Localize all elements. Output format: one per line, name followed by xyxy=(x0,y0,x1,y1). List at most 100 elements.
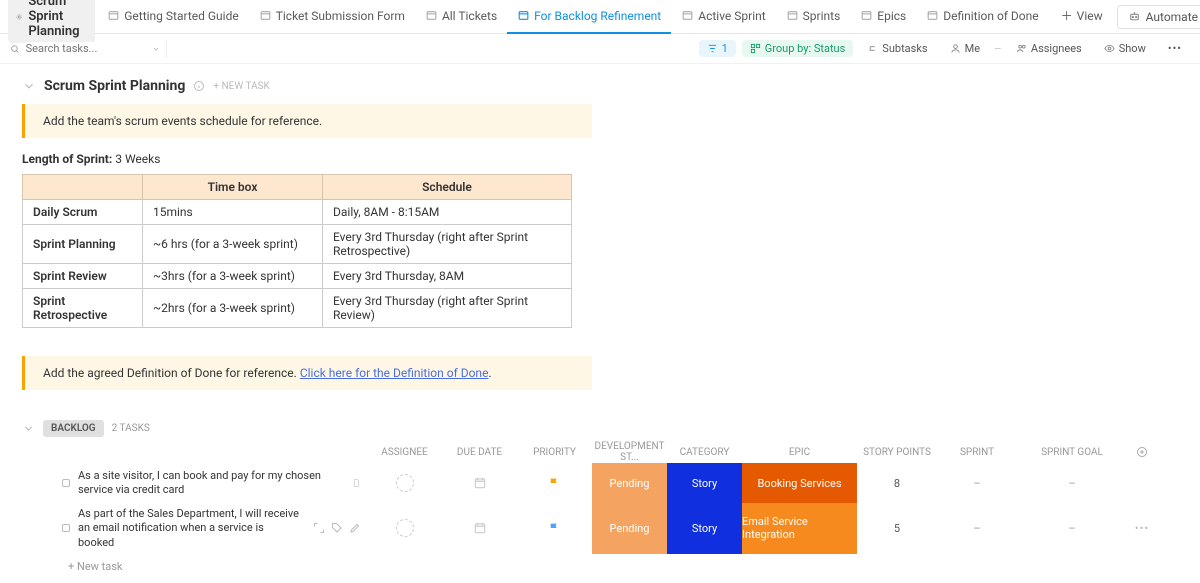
dev-status-chip[interactable]: Pending xyxy=(592,463,667,503)
column-header[interactable]: CATEGORY xyxy=(667,447,742,458)
column-headers: ASSIGNEEDUE DATEPRIORITYDEVELOPMENT ST..… xyxy=(22,441,1178,463)
row-actions[interactable]: ••• xyxy=(1135,522,1149,535)
view-icon xyxy=(926,9,939,22)
person-icon xyxy=(950,43,961,54)
column-header[interactable]: STORY POINTS xyxy=(857,447,937,458)
filter-bar: 1 Group by: Status Subtasks Me – Assigne… xyxy=(0,34,1200,64)
filter-icon xyxy=(707,43,718,54)
assignee-cell[interactable] xyxy=(367,503,442,554)
task-row[interactable]: As a site visitor, I can book and pay fo… xyxy=(22,463,1178,503)
search-input[interactable] xyxy=(26,42,146,55)
new-task-inline[interactable]: + NEW TASK xyxy=(213,81,269,92)
subtask-icon xyxy=(867,43,878,54)
subtasks-button[interactable]: Subtasks xyxy=(859,40,935,57)
dev-status-chip[interactable]: Pending xyxy=(592,503,667,554)
priority-cell[interactable] xyxy=(517,463,592,503)
column-header[interactable] xyxy=(1127,446,1157,458)
table-row: Sprint Planning~6 hrs (for a 3-week spri… xyxy=(23,225,572,264)
tab-definition-of-done[interactable]: Definition of Done xyxy=(916,0,1048,34)
tab-for-backlog-refinement[interactable]: For Backlog Refinement xyxy=(507,0,671,34)
view-icon xyxy=(107,9,120,22)
tab-all-tickets[interactable]: All Tickets xyxy=(415,0,507,34)
top-bar: Scrum Sprint Planning Getting Started Gu… xyxy=(0,0,1200,34)
view-icon xyxy=(681,9,694,22)
points-cell[interactable]: 5 xyxy=(857,503,937,554)
column-header[interactable]: SPRINT GOAL xyxy=(1017,447,1127,458)
sprint-cell[interactable]: – xyxy=(937,503,1017,554)
new-task-row[interactable]: + New task xyxy=(22,554,1178,573)
view-icon xyxy=(259,9,272,22)
backlog-status-pill[interactable]: BACKLOG xyxy=(43,420,104,437)
column-header[interactable]: PRIORITY xyxy=(517,447,592,458)
duedate-cell[interactable] xyxy=(442,503,517,554)
section-title: Scrum Sprint Planning xyxy=(44,78,185,94)
tab-getting-started-guide[interactable]: Getting Started Guide xyxy=(97,0,248,34)
breadcrumb[interactable]: Scrum Sprint Planning xyxy=(8,0,95,43)
table-row: Sprint Retrospective~2hrs (for a 3-week … xyxy=(23,289,572,328)
epic-chip[interactable]: Email Service Integration xyxy=(742,503,857,554)
tag-icon[interactable] xyxy=(331,522,343,534)
flag-icon xyxy=(548,477,561,490)
show-button[interactable]: Show xyxy=(1096,40,1154,57)
tab-ticket-submission-form[interactable]: Ticket Submission Form xyxy=(249,0,415,34)
breadcrumb-title: Scrum Sprint Planning xyxy=(28,0,87,39)
expand-icon[interactable] xyxy=(22,79,36,93)
plus-icon[interactable] xyxy=(1136,446,1148,458)
banner-dod: Add the agreed Definition of Done for re… xyxy=(22,356,592,390)
add-assignee-icon[interactable] xyxy=(396,519,414,537)
flag-icon xyxy=(548,522,561,535)
points-cell[interactable]: 8 xyxy=(857,463,937,503)
group-icon xyxy=(750,43,761,54)
status-dot[interactable] xyxy=(62,479,70,487)
task-row[interactable]: As part of the Sales Department, I will … xyxy=(22,503,1178,554)
dod-link[interactable]: Click here for the Definition of Done xyxy=(300,366,489,380)
main-content: Scrum Sprint Planning + NEW TASK Add the… xyxy=(0,64,1200,583)
priority-cell[interactable] xyxy=(517,503,592,554)
view-icon xyxy=(425,9,438,22)
robot-icon xyxy=(1128,10,1141,23)
group-by-button[interactable]: Group by: Status xyxy=(742,40,854,57)
assignee-cell[interactable] xyxy=(367,463,442,503)
column-header[interactable]: ASSIGNEE xyxy=(367,447,442,458)
table-row: Daily Scrum15minsDaily, 8AM - 8:15AM xyxy=(23,200,572,225)
assignees-button[interactable]: Assignees xyxy=(1008,40,1090,57)
column-header[interactable]: DUE DATE xyxy=(442,447,517,458)
collapse-icon[interactable] xyxy=(22,422,35,435)
sprint-cell[interactable]: – xyxy=(937,463,1017,503)
category-chip[interactable]: Story xyxy=(667,503,742,554)
goal-cell[interactable]: – xyxy=(1017,503,1127,554)
calendar-icon xyxy=(473,476,487,490)
tab-epics[interactable]: Epics xyxy=(850,0,916,34)
more-button[interactable]: ••• xyxy=(1160,40,1190,57)
doc-icon xyxy=(352,477,361,489)
column-header[interactable]: DEVELOPMENT ST... xyxy=(592,441,667,463)
info-icon[interactable] xyxy=(193,80,205,92)
backlog-header: BACKLOG 2 TASKS xyxy=(22,420,1178,437)
expand-task-icon[interactable] xyxy=(313,522,325,534)
sprint-length: Length of Sprint: 3 Weeks xyxy=(22,152,1178,166)
search-box[interactable] xyxy=(10,42,160,55)
column-header[interactable]: EPIC xyxy=(742,447,857,458)
edit-icon[interactable] xyxy=(349,522,361,534)
schedule-table: Time boxSchedule Daily Scrum15minsDaily,… xyxy=(22,174,572,328)
goal-cell[interactable]: – xyxy=(1017,463,1127,503)
calendar-icon xyxy=(473,521,487,535)
task-title: As part of the Sales Department, I will … xyxy=(78,507,301,550)
column-header[interactable]: SPRINT xyxy=(937,447,1017,458)
tab-sprints[interactable]: Sprints xyxy=(776,0,851,34)
automate-button[interactable]: Automate xyxy=(1117,5,1200,29)
duedate-cell[interactable] xyxy=(442,463,517,503)
epic-chip[interactable]: Booking Services xyxy=(742,463,857,503)
add-assignee-icon[interactable] xyxy=(396,474,414,492)
tab-active-sprint[interactable]: Active Sprint xyxy=(671,0,775,34)
category-chip[interactable]: Story xyxy=(667,463,742,503)
sprint-icon xyxy=(16,10,22,24)
add-view-button[interactable]: ＋View xyxy=(1051,0,1113,34)
chevron-down-icon[interactable] xyxy=(152,44,160,54)
task-title: As a site visitor, I can book and pay fo… xyxy=(78,469,340,498)
view-icon xyxy=(786,9,799,22)
me-button[interactable]: Me xyxy=(942,40,988,57)
search-icon xyxy=(10,43,20,55)
filter-button[interactable]: 1 xyxy=(699,40,736,57)
eye-icon xyxy=(1104,43,1115,54)
